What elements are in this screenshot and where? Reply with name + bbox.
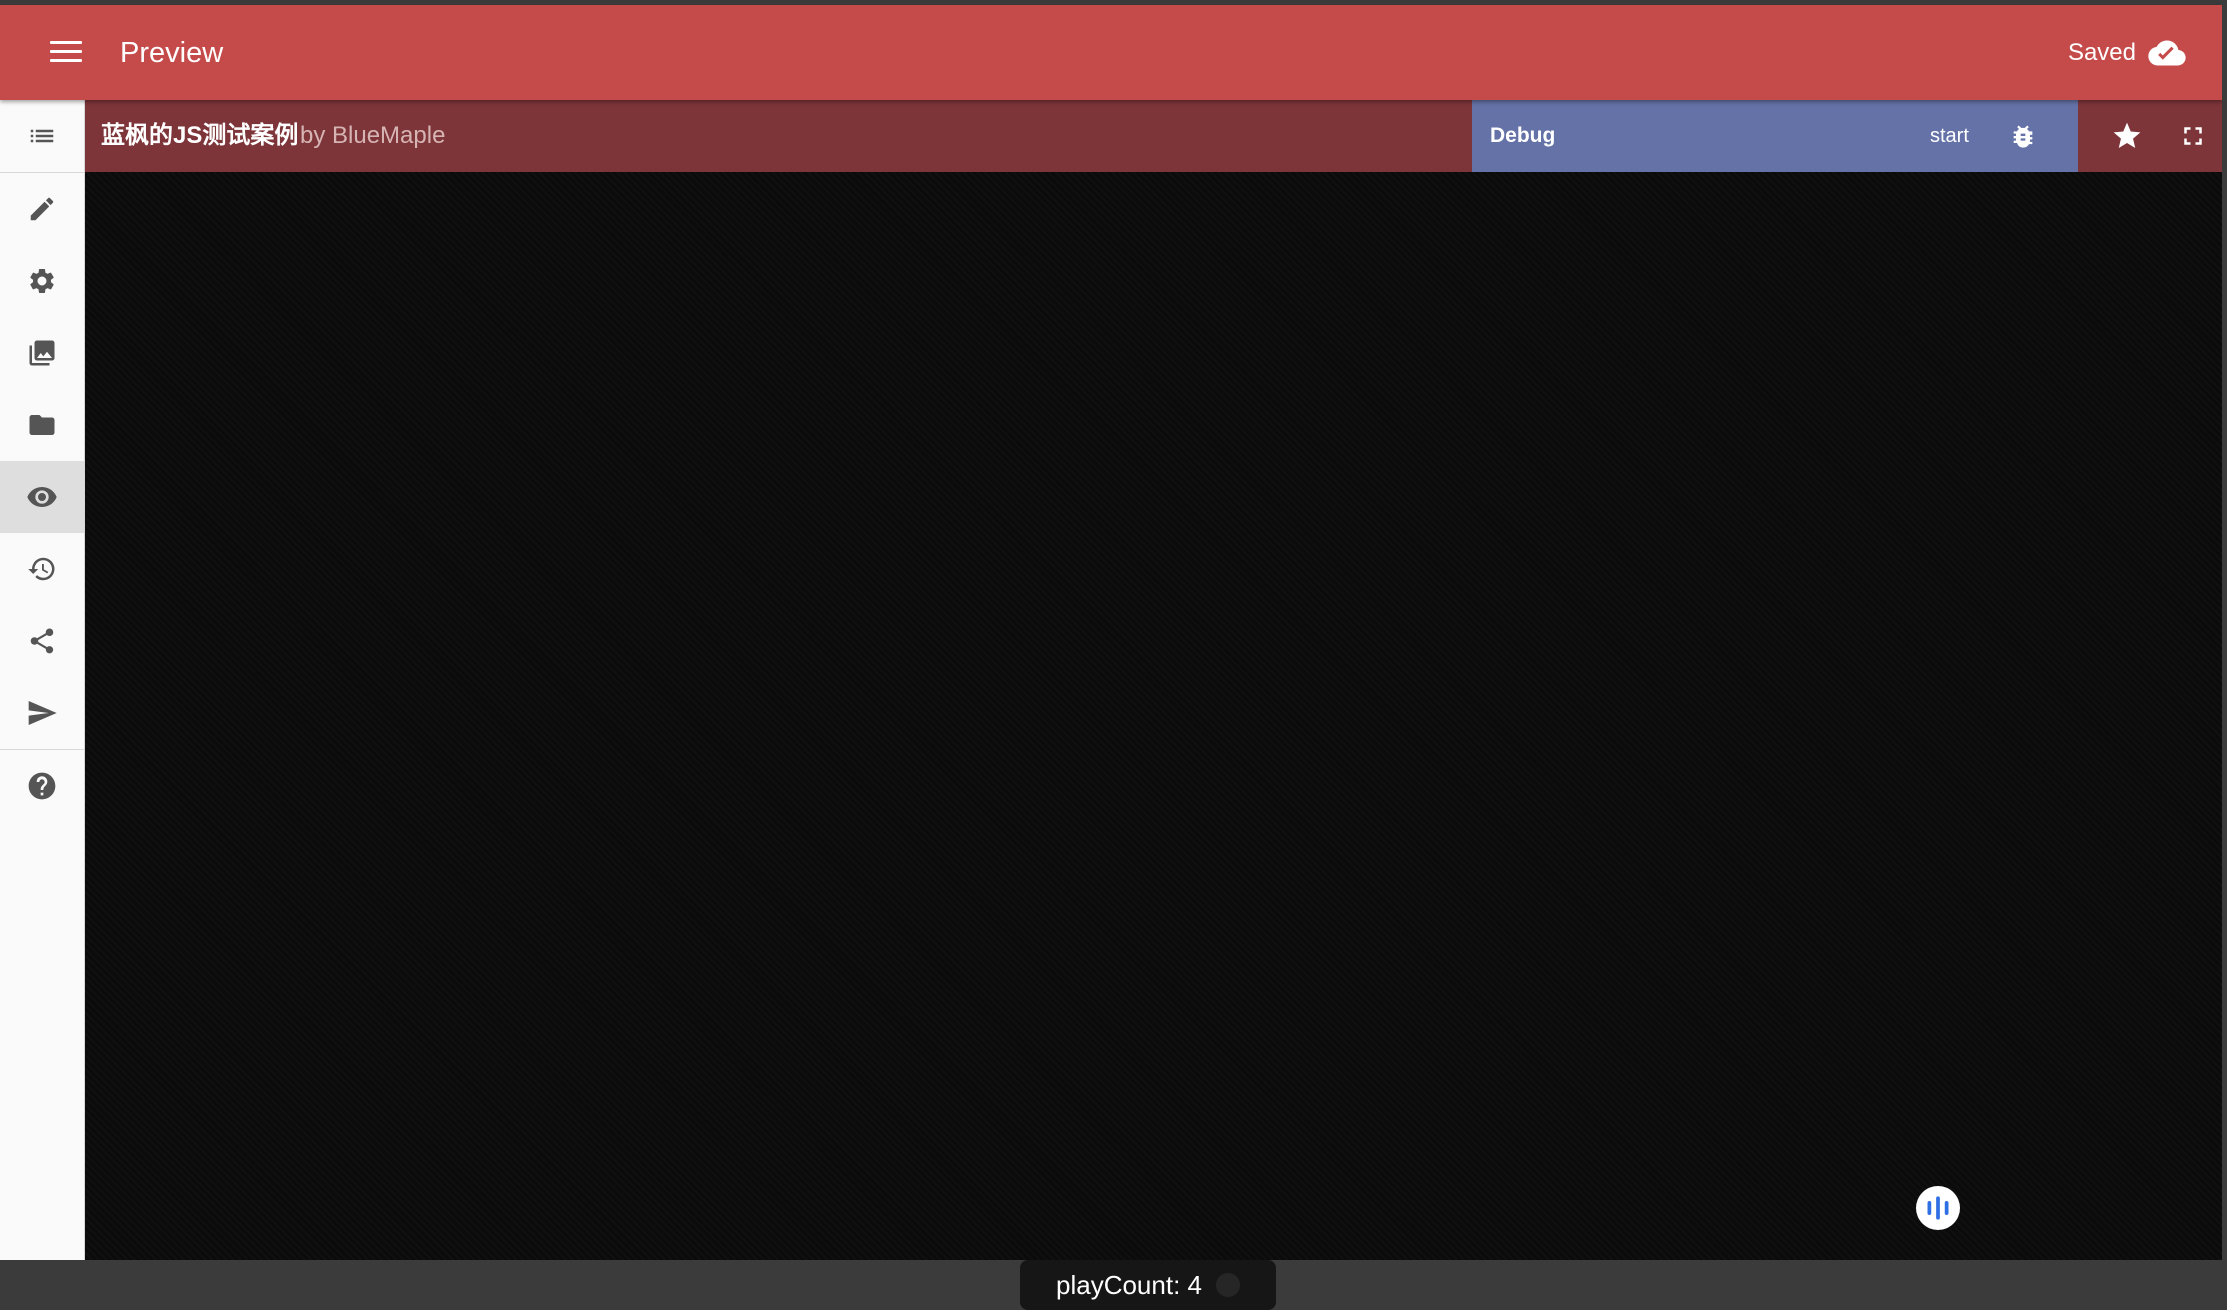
debug-start-button[interactable]: start [1930,100,1969,172]
sidebar-item-settings[interactable] [0,245,84,317]
help-icon [28,772,56,800]
sidebar-item-history[interactable] [0,533,84,605]
fullscreen-icon[interactable] [2178,121,2208,151]
cloud-done-icon [2148,40,2186,66]
play-icon[interactable] [1215,1273,1240,1297]
gear-icon [30,268,54,293]
window-right-edge [2222,0,2227,1260]
image-library-icon [29,340,55,366]
list-icon [30,129,54,143]
debug-label: Debug [1490,124,1556,147]
audio-wave-icon [1927,1196,1949,1220]
pencil-icon [30,197,54,221]
sidebar-item-assets[interactable] [0,317,84,389]
star-icon[interactable] [2111,120,2143,152]
folder-icon [29,415,55,435]
debug-panel: Debug start [1472,100,2078,172]
app-bar: Preview Saved [0,5,2222,100]
menu-button[interactable] [50,41,82,67]
history-icon [28,557,55,581]
play-count-overlay: playCount: 4 [1020,1260,1276,1310]
sidebar-item-share[interactable] [0,605,84,677]
audio-button[interactable] [1916,1186,1960,1230]
share-icon [30,628,54,654]
play-count-label: playCount: 4 [1056,1270,1202,1300]
sidebar-item-send[interactable] [0,677,84,749]
preview-panel: 蓝枫的JS测试案例 by BlueMaple Debug start playC… [84,100,2222,1310]
project-title-bar: 蓝枫的JS测试案例 by BlueMaple Debug start [84,100,2222,172]
sidebar-item-list[interactable] [0,100,84,172]
app-title: Preview [120,37,224,69]
bug-icon[interactable] [2009,122,2037,150]
send-icon [28,701,57,725]
sidebar-item-help[interactable] [0,750,84,822]
eye-icon [27,487,57,507]
saved-status[interactable]: Saved [2068,35,2186,71]
sidebar-item-files[interactable] [0,389,84,461]
sidebar [0,100,85,1260]
project-author: by BlueMaple [300,122,446,149]
sidebar-item-preview[interactable] [0,461,84,533]
project-title: 蓝枫的JS测试案例 [101,122,299,149]
saved-label: Saved [2067,39,2136,66]
preview-canvas[interactable]: playCount: 4 [84,172,2222,1310]
sidebar-item-edit[interactable] [0,173,84,245]
